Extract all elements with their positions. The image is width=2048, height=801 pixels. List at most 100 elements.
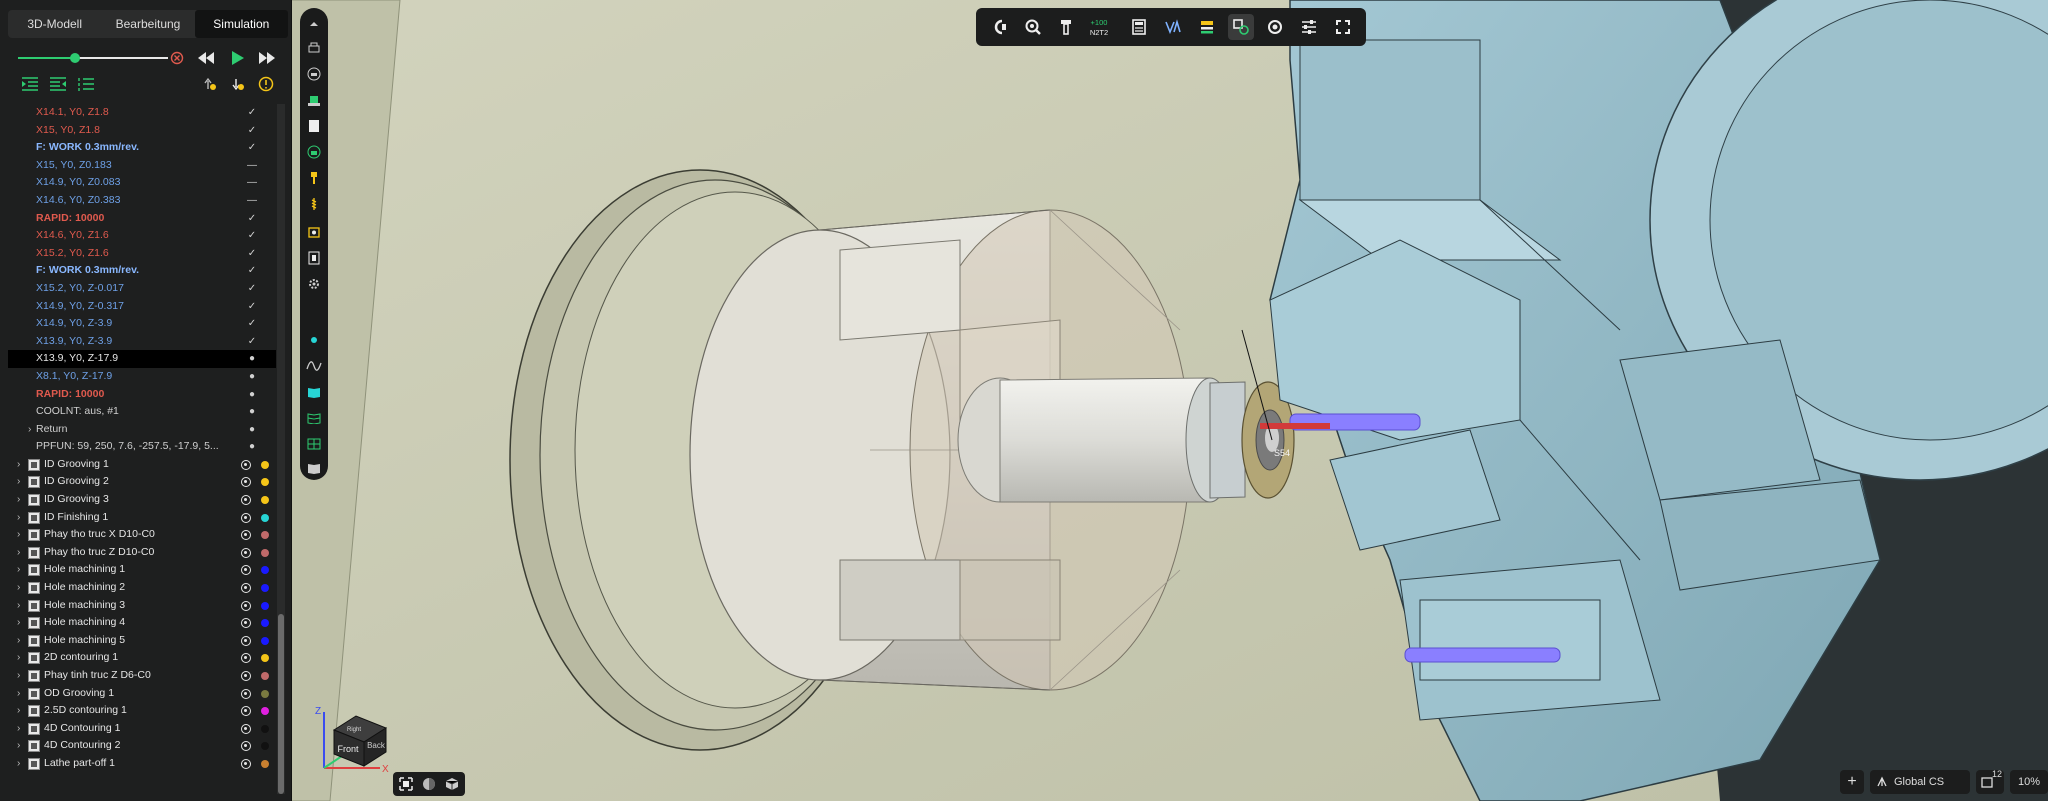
gear-view-button[interactable] — [304, 274, 324, 294]
section-view-button[interactable] — [304, 248, 324, 268]
warning-button[interactable] — [256, 74, 276, 94]
shading-button[interactable] — [420, 775, 438, 793]
visibility-icon[interactable] — [241, 723, 251, 734]
machine-view-button[interactable] — [304, 38, 324, 58]
chevron-right-icon[interactable]: › — [17, 456, 20, 474]
chevron-right-icon[interactable]: › — [17, 737, 20, 755]
fixture-view-button[interactable] — [304, 90, 324, 110]
toolpath-step[interactable]: › Return ● — [8, 421, 276, 439]
visibility-icon[interactable] — [241, 635, 251, 646]
toolpath-step[interactable]: X14.9, Y0, Z-0.317 ✓ — [8, 298, 276, 316]
target-button[interactable] — [1262, 14, 1288, 40]
visibility-icon[interactable] — [241, 618, 251, 629]
operation-item[interactable]: › 2D contouring 1 — [8, 649, 276, 667]
visibility-icon[interactable] — [241, 583, 251, 594]
toolpath-step[interactable]: PPFUN: 59, 250, 7.6, -257.5, -17.9, 5...… — [8, 438, 276, 456]
nc-counter-button[interactable]: +100 N2T2 — [1086, 14, 1112, 40]
toolpath-step[interactable]: X14.6, Y0, Z1.6 ✓ — [8, 227, 276, 245]
calculator-button[interactable] — [1126, 14, 1152, 40]
toolpath-step[interactable]: X13.9, Y0, Z-17.9 ● — [8, 350, 276, 368]
visibility-icon[interactable] — [241, 459, 251, 470]
toolpath-step[interactable]: X14.6, Y0, Z0.383 — — [8, 192, 276, 210]
operation-item[interactable]: › Hole machining 5 — [8, 632, 276, 650]
fullscreen-button[interactable] — [1330, 14, 1356, 40]
visibility-icon[interactable] — [241, 477, 251, 488]
toolpath-step[interactable]: X15, Y0, Z0.183 — — [8, 157, 276, 175]
toolpath-step[interactable]: X15.2, Y0, Z-0.017 ✓ — [8, 280, 276, 298]
visibility-icon[interactable] — [241, 758, 251, 769]
chevron-right-icon[interactable]: › — [17, 632, 20, 650]
visibility-icon[interactable] — [241, 706, 251, 717]
indent-left-button[interactable] — [20, 74, 40, 94]
chevron-right-icon[interactable]: › — [17, 614, 20, 632]
stop-button[interactable] — [167, 48, 187, 68]
visibility-icon[interactable] — [241, 547, 251, 558]
chevron-right-icon[interactable]: › — [17, 579, 20, 597]
toolpath-step[interactable]: F: WORK 0.3mm/rev. ✓ — [8, 262, 276, 280]
holder-view-button[interactable] — [304, 168, 324, 188]
coordinate-system-selector[interactable]: Global CS — [1870, 770, 1970, 794]
operation-item[interactable]: › Hole machining 2 — [8, 579, 276, 597]
visibility-icon[interactable] — [241, 495, 251, 506]
operation-item[interactable]: › ID Grooving 1 — [8, 456, 276, 474]
stock-view-button[interactable] — [304, 64, 324, 84]
tab-machining[interactable]: Bearbeitung — [101, 10, 194, 38]
chevron-right-icon[interactable]: › — [17, 720, 20, 738]
chuck-view-button[interactable] — [304, 222, 324, 242]
operation-item[interactable]: › ID Grooving 2 — [8, 473, 276, 491]
chevron-right-icon[interactable]: › — [17, 561, 20, 579]
visibility-icon[interactable] — [241, 741, 251, 752]
rewind-button[interactable] — [196, 48, 216, 68]
toolpath-step[interactable]: RAPID: 10000 ✓ — [8, 210, 276, 228]
visibility-icon[interactable] — [241, 688, 251, 699]
operation-item[interactable]: › OD Grooving 1 — [8, 685, 276, 703]
tree-scrollbar[interactable] — [277, 104, 285, 794]
toolpath-step[interactable]: F: WORK 0.3mm/rev. ✓ — [8, 139, 276, 157]
chevron-right-icon[interactable]: › — [17, 491, 20, 509]
operation-item[interactable]: › 4D Contouring 1 — [8, 720, 276, 738]
tree-scroll-thumb[interactable] — [278, 614, 284, 794]
measure-button[interactable] — [1020, 14, 1046, 40]
operation-item[interactable]: › Hole machining 3 — [8, 597, 276, 615]
chevron-right-icon[interactable]: › — [28, 421, 31, 439]
move-up-button[interactable] — [200, 74, 220, 94]
chevron-right-icon[interactable]: › — [17, 473, 20, 491]
tab-simulation[interactable]: Simulation — [194, 10, 288, 38]
toolpath-step[interactable]: RAPID: 10000 ● — [8, 386, 276, 404]
chevron-right-icon[interactable]: › — [17, 526, 20, 544]
chevron-right-icon[interactable]: › — [17, 667, 20, 685]
axis-button[interactable] — [1160, 14, 1186, 40]
visibility-icon[interactable] — [241, 512, 251, 523]
tool-view-button[interactable] — [304, 194, 324, 214]
numbered-list-button[interactable] — [76, 74, 96, 94]
part-view-button[interactable] — [304, 116, 324, 136]
point-view-button[interactable] — [304, 330, 324, 350]
chevron-right-icon[interactable]: › — [17, 544, 20, 562]
fit-view-button[interactable] — [397, 775, 415, 793]
toolpath-step[interactable]: X15.2, Y0, Z1.6 ✓ — [8, 245, 276, 263]
workpiece-view-button[interactable] — [304, 142, 324, 162]
chevron-right-icon[interactable]: › — [17, 597, 20, 615]
operation-item[interactable]: › Hole machining 1 — [8, 561, 276, 579]
tool-info-button[interactable] — [1054, 14, 1080, 40]
operation-item[interactable]: › ID Finishing 1 — [8, 509, 276, 527]
toolpath-step[interactable]: COOLNT: aus, #1 ● — [8, 403, 276, 421]
operation-item[interactable]: › Lathe part-off 1 — [8, 755, 276, 773]
toolpath-step[interactable]: X8.1, Y0, Z-17.9 ● — [8, 368, 276, 386]
visibility-icon[interactable] — [241, 565, 251, 576]
chevron-right-icon[interactable]: › — [17, 685, 20, 703]
layers-button[interactable] — [1194, 14, 1220, 40]
toolpath-step[interactable]: X13.9, Y0, Z-3.9 ✓ — [8, 333, 276, 351]
collapse-up-button[interactable] — [304, 14, 324, 34]
render-mode-button[interactable] — [443, 775, 461, 793]
toolpath-view-button[interactable] — [304, 356, 324, 376]
play-button[interactable] — [228, 48, 248, 68]
settings-button[interactable] — [1296, 14, 1322, 40]
extra-views-button[interactable]: 12 — [1976, 769, 2004, 794]
chevron-right-icon[interactable]: › — [17, 509, 20, 527]
visibility-icon[interactable] — [241, 600, 251, 611]
visibility-icon[interactable] — [241, 530, 251, 541]
toolpath-step[interactable]: X14.9, Y0, Z0.083 — — [8, 174, 276, 192]
chevron-right-icon[interactable]: › — [17, 649, 20, 667]
grid-view-button[interactable] — [304, 434, 324, 454]
